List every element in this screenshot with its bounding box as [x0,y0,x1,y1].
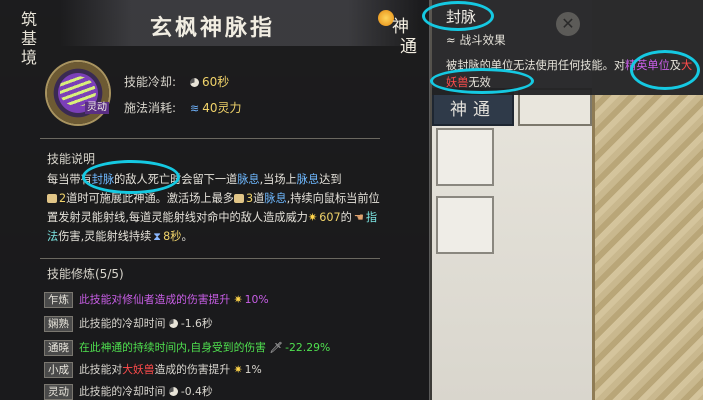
skill-icon-tag: 灵动 [85,102,109,114]
training-row: 乍炼 此技能对修仙者造成的伤害提升 ✷ 10% [44,292,269,308]
cost-value: ≋ 40灵力 [190,101,242,115]
star-icon: ✷ [233,293,243,306]
shentong-type-icon: 神 通 [378,10,422,57]
description-text: 每当带有封脉的敌人死亡时会留下一道脉息,当场上脉息达到 2道时可施展此神通。激活场… [47,173,380,243]
training-row: 小成 此技能对大妖兽造成的伤害提升 ✷ 1% [44,362,262,378]
decorative-pillar [592,95,703,400]
cost-label: 施法消耗: [124,101,177,115]
skill-slot-1[interactable] [436,128,494,186]
training-row: 灵动 此技能的冷却时间 -0.4秒 [44,384,213,400]
type-glyph-2: 通 [400,37,417,57]
keyword-seal: 封脉 [91,173,115,186]
divider-1 [40,138,380,139]
realm-char-3: 境 [20,48,37,67]
status-subtitle: ≈ 战斗效果 [446,33,506,47]
realm-char-2: 基 [20,29,37,48]
training-row: 通晓 在此神通的持续时间内,自身受到的伤害 🗡 -22.29% [44,340,330,356]
hand-icon: ☚ [353,211,364,224]
sword-icon: 🗡 [269,341,284,354]
scroll-icon [233,194,244,203]
clock-icon [190,78,199,87]
status-title: 封脉 [446,8,477,26]
skill-slot-2[interactable] [436,196,494,254]
star-icon: ✷ [233,363,243,376]
realm-char-1: 筑 [20,10,37,29]
realm-label: 筑 基 境 [16,10,42,67]
mana-icon: ≋ [190,102,200,115]
close-icon[interactable]: ✕ [556,12,580,36]
scroll-icon [47,194,57,203]
description-header: 技能说明 [47,152,96,166]
clock-icon [168,319,178,328]
skill-name: 玄枫神脉指 [150,15,276,41]
cooldown-label: 技能冷却: [124,75,177,89]
status-description: 被封脉的单位无法使用任何技能。对精英单位及大妖兽无效 [446,59,693,89]
divider-2 [40,258,380,259]
hourglass-icon: ⧗ [153,230,162,243]
clock-icon [168,387,178,396]
training-header: 技能修炼(5/5) [47,267,124,281]
wave-icon: ≈ [446,33,456,47]
skill-icon: 灵动 [47,62,109,124]
star-icon: ✷ [307,211,318,224]
status-tooltip: 封脉 ✕ ≈ 战斗效果 被封脉的单位无法使用任何技能。对精英单位及大妖兽无效 [432,0,703,95]
cooldown-value: 60秒 [190,73,229,90]
skill-tooltip: 筑 基 境 玄枫神脉指 神 通 灵动 技能冷却: 60秒 施法消耗: ≋ 40灵力… [0,0,430,400]
training-row: 娴熟 此技能的冷却时间 -1.6秒 [44,316,213,332]
